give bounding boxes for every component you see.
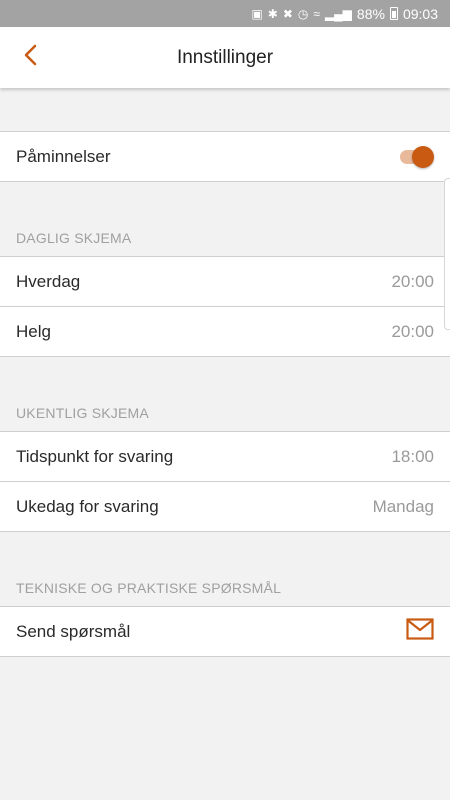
section-header-daily: DAGLIG SKJEMA	[16, 230, 132, 246]
row-label: Send spørsmål	[16, 621, 131, 641]
weekly-row-time[interactable]: Tidspunkt for svaring 18:00	[0, 432, 450, 481]
divider	[0, 356, 450, 357]
wifi-icon: ≈	[313, 6, 320, 21]
daily-row-weekend[interactable]: Helg 20:00	[0, 307, 450, 356]
row-label: Hverdag	[16, 271, 81, 291]
row-label: Helg	[16, 321, 51, 341]
divider	[0, 531, 450, 532]
lock-icon: ▣	[251, 6, 263, 21]
back-button[interactable]	[10, 37, 50, 77]
status-time: 09:03	[402, 5, 438, 22]
reminders-row: Påminnelser	[0, 132, 450, 181]
toggle-thumb	[412, 145, 434, 168]
daily-row-weekday[interactable]: Hverdag 20:00	[0, 257, 450, 306]
row-value: Mandag	[372, 496, 434, 516]
app-bar: Innstillinger	[0, 27, 450, 88]
row-value: 20:00	[391, 271, 434, 291]
row-value: 20:00	[391, 321, 434, 341]
reminders-toggle[interactable]	[398, 145, 434, 169]
row-value: 18:00	[391, 446, 434, 466]
weekly-row-weekday[interactable]: Ukedag for svaring Mandag	[0, 482, 450, 531]
chevron-left-icon	[23, 44, 37, 71]
side-drawer-handle[interactable]	[444, 178, 450, 330]
section-header-technical: TEKNISKE OG PRAKTISKE SPØRSMÅL	[16, 580, 282, 596]
mute-icon: ✖	[282, 6, 293, 21]
alarm-icon: ◷	[297, 6, 309, 21]
section-header-weekly: UKENTLIG SKJEMA	[16, 405, 149, 421]
settings-list: Påminnelser DAGLIG SKJEMA Hverdag 20:00 …	[0, 88, 450, 800]
send-question-row[interactable]: Send spørsmål	[0, 607, 450, 656]
battery-icon	[389, 7, 398, 20]
status-bar: ▣ ✱ ✖ ◷ ≈ ▂▄▆ 88% 09:03	[0, 0, 450, 27]
divider	[0, 181, 450, 182]
battery-percent: 88%	[356, 5, 385, 22]
row-label: Tidspunkt for svaring	[16, 446, 174, 466]
mail-icon[interactable]	[406, 618, 434, 645]
row-label: Ukedag for svaring	[16, 496, 159, 516]
bluetooth-icon: ✱	[267, 6, 278, 21]
page-title: Innstillinger	[176, 46, 274, 68]
divider	[0, 656, 450, 657]
reminders-label: Påminnelser	[16, 146, 111, 166]
signal-icon: ▂▄▆	[324, 6, 352, 21]
